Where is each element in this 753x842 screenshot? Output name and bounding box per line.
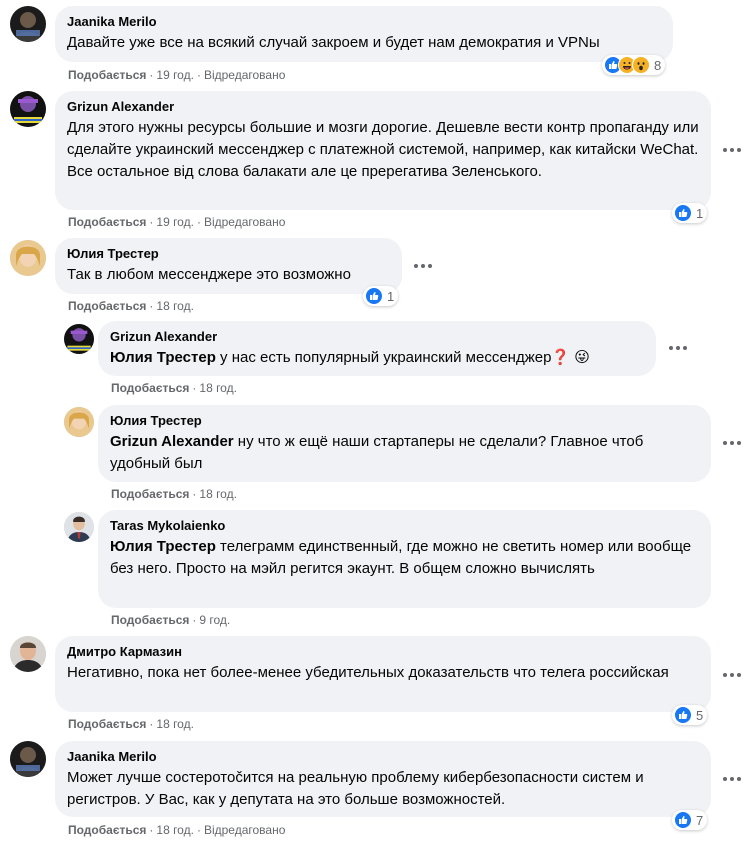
comment-text: Для этого нужны ресурсы большие и мозги … bbox=[67, 119, 703, 180]
comment-author[interactable]: Taras Mykolaienko bbox=[110, 518, 699, 534]
comment-text-body: у нас есть популярный украинский мессенд… bbox=[215, 349, 590, 366]
separator: · bbox=[149, 68, 154, 82]
reactions-summary[interactable]: 1 bbox=[672, 203, 708, 223]
like-link[interactable]: Подобається bbox=[111, 613, 189, 627]
like-link[interactable]: Подобається bbox=[68, 215, 146, 229]
avatar[interactable] bbox=[64, 407, 94, 437]
reactions-summary[interactable]: 1 bbox=[363, 286, 399, 306]
comment-bubble: Jaanika Merilo Давайте уже все на всякий… bbox=[55, 6, 673, 62]
more-options-icon[interactable] bbox=[718, 433, 746, 453]
separator: · bbox=[192, 487, 197, 501]
reaction-count: 7 bbox=[696, 812, 704, 828]
comment-text: Юлия Трестер у нас есть популярный украи… bbox=[110, 347, 644, 369]
reactions-summary[interactable]: 8 bbox=[602, 55, 666, 75]
separator: · bbox=[149, 823, 154, 837]
comment-time[interactable]: 18 год. bbox=[156, 299, 194, 313]
separator: · bbox=[149, 299, 154, 313]
comment-meta: Подобається · 18 год. · Відредаговано bbox=[68, 822, 285, 838]
comment-text: Давайте уже все на всякий случай закроем… bbox=[67, 34, 600, 51]
more-options-icon[interactable] bbox=[664, 338, 692, 358]
mention-link[interactable]: Юлия Трестер bbox=[110, 349, 216, 366]
like-icon bbox=[674, 204, 692, 222]
comment-time[interactable]: 19 год. bbox=[156, 215, 194, 229]
comment-author[interactable]: Grizun Alexander bbox=[67, 99, 699, 115]
wow-icon bbox=[632, 56, 650, 74]
comment-author[interactable]: Юлия Трестер bbox=[67, 246, 390, 262]
comment-time[interactable]: 19 год. bbox=[156, 68, 194, 82]
comment-meta: Подобається · 18 год. bbox=[111, 486, 237, 502]
like-link[interactable]: Подобається bbox=[68, 717, 146, 731]
like-icon bbox=[674, 706, 692, 724]
reaction-count: 8 bbox=[654, 57, 662, 73]
like-link[interactable]: Подобається bbox=[68, 299, 146, 313]
like-icon bbox=[365, 287, 383, 305]
comment-time[interactable]: 18 год. bbox=[156, 823, 194, 837]
comment-author[interactable]: Дмитро Кармазин bbox=[67, 644, 699, 660]
like-link[interactable]: Подобається bbox=[111, 381, 189, 395]
comment-bubble: Юлия Трестер Так в любом мессенджере это… bbox=[55, 238, 402, 294]
separator: · bbox=[196, 215, 201, 229]
separator: · bbox=[192, 381, 197, 395]
reaction-count: 1 bbox=[696, 205, 704, 221]
comment-author[interactable]: Jaanika Merilo bbox=[67, 749, 699, 765]
avatar[interactable] bbox=[10, 6, 46, 42]
edited-label: Відредаговано bbox=[203, 68, 286, 82]
edited-label: Відредаговано bbox=[203, 823, 286, 837]
comment-author[interactable]: Grizun Alexander bbox=[110, 329, 644, 345]
separator: · bbox=[149, 215, 154, 229]
comment-text: Может лучше состеротоčится на реальную п… bbox=[67, 769, 648, 808]
like-link[interactable]: Подобається bbox=[68, 823, 146, 837]
comment-bubble: Юлия Трестер Grizun Alexander ну что ж е… bbox=[98, 405, 711, 482]
reaction-count: 5 bbox=[696, 707, 704, 723]
comment-text: Юлия Трестер телеграмм единственный, где… bbox=[110, 536, 699, 580]
avatar[interactable] bbox=[10, 91, 46, 127]
like-link[interactable]: Подобається bbox=[68, 68, 146, 82]
like-link[interactable]: Подобається bbox=[111, 487, 189, 501]
comment-text: Так в любом мессенджере это возможно bbox=[67, 266, 351, 283]
comment-text: Негативно, пока нет более-менее убедител… bbox=[67, 664, 669, 681]
comment-time[interactable]: 18 год. bbox=[199, 487, 237, 501]
more-options-icon[interactable] bbox=[718, 140, 746, 160]
comment-bubble: Taras Mykolaienko Юлия Трестер телеграмм… bbox=[98, 510, 711, 608]
comment-meta: Подобається · 9 год. bbox=[111, 612, 230, 628]
reaction-count: 1 bbox=[387, 288, 395, 304]
separator: · bbox=[149, 717, 154, 731]
comment-meta: Подобається · 18 год. bbox=[111, 380, 237, 396]
more-options-icon[interactable] bbox=[409, 256, 437, 276]
avatar[interactable] bbox=[10, 741, 46, 777]
comment-time[interactable]: 18 год. bbox=[156, 717, 194, 731]
comment-thread: Jaanika Merilo Давайте уже все на всякий… bbox=[0, 0, 753, 842]
comment-bubble: Grizun Alexander Для этого нужны ресурсы… bbox=[55, 91, 711, 210]
separator: · bbox=[196, 68, 201, 82]
comment-meta: Подобається · 19 год. · Відредаговано bbox=[68, 67, 285, 83]
avatar[interactable] bbox=[10, 636, 46, 672]
mention-link[interactable]: Grizun Alexander bbox=[110, 433, 234, 450]
comment-time[interactable]: 9 год. bbox=[199, 613, 230, 627]
comment-bubble: Дмитро Кармазин Негативно, пока нет боле… bbox=[55, 636, 711, 712]
comment-meta: Подобається · 19 год. · Відредаговано bbox=[68, 214, 285, 230]
reactions-summary[interactable]: 7 bbox=[672, 810, 708, 830]
comment-meta: Подобається · 18 год. bbox=[68, 716, 194, 732]
comment-author[interactable]: Jaanika Merilo bbox=[67, 14, 661, 30]
avatar[interactable] bbox=[64, 512, 94, 542]
mention-link[interactable]: Юлия Трестер bbox=[110, 538, 216, 555]
separator: · bbox=[192, 613, 197, 627]
comment-text: Grizun Alexander ну что ж ещё наши старт… bbox=[110, 431, 699, 475]
comment-bubble: Grizun Alexander Юлия Трестер у нас есть… bbox=[98, 321, 656, 376]
like-icon bbox=[674, 811, 692, 829]
comment-meta: Подобається · 18 год. bbox=[68, 298, 194, 314]
comment-bubble: Jaanika Merilo Может лучше состеротоčитс… bbox=[55, 741, 711, 817]
comment-author[interactable]: Юлия Трестер bbox=[110, 413, 699, 429]
separator: · bbox=[196, 823, 201, 837]
reactions-summary[interactable]: 5 bbox=[672, 705, 708, 725]
more-options-icon[interactable] bbox=[718, 769, 746, 789]
edited-label: Відредаговано bbox=[203, 215, 286, 229]
more-options-icon[interactable] bbox=[718, 665, 746, 685]
avatar[interactable] bbox=[10, 240, 46, 276]
comment-time[interactable]: 18 год. bbox=[199, 381, 237, 395]
avatar[interactable] bbox=[64, 324, 94, 354]
